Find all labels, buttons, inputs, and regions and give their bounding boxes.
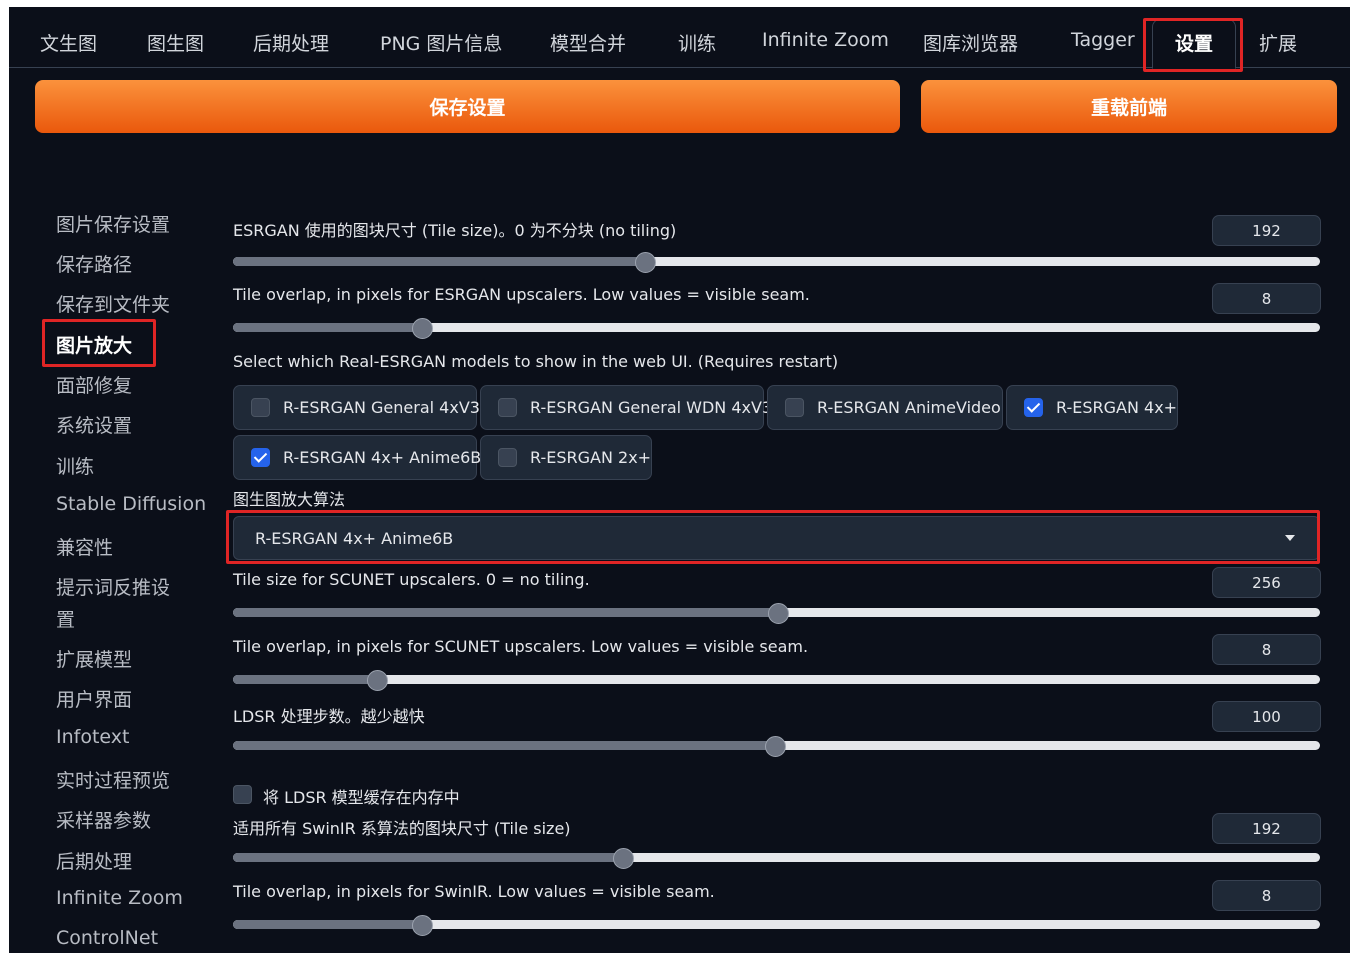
tab-tagger[interactable]: Tagger <box>1071 29 1135 51</box>
realesrgan-option-4x-plus[interactable]: R-ESRGAN 4x+ <box>1006 385 1178 430</box>
sidebar-item-training[interactable]: 训练 <box>56 452 94 479</box>
scunet-tile-input[interactable]: 256 <box>1212 567 1321 598</box>
slider-thumb[interactable] <box>412 318 434 339</box>
tab-infinite-zoom[interactable]: Infinite Zoom <box>762 29 889 51</box>
tab-txt2img[interactable]: 文生图 <box>40 29 97 56</box>
reload-ui-button[interactable]: 重载前端 <box>921 80 1337 133</box>
tab-bar: 文生图 图生图 后期处理 PNG 图片信息 模型合并 训练 Infinite Z… <box>9 7 1350 69</box>
swinir-overlap-label: Tile overlap, in pixels for SwinIR. Low … <box>233 882 715 901</box>
sidebar-item-face-restoration[interactable]: 面部修复 <box>56 371 132 398</box>
app-window: 文生图 图生图 后期处理 PNG 图片信息 模型合并 训练 Infinite Z… <box>9 7 1350 953</box>
sidebar-item-controlnet[interactable]: ControlNet <box>56 927 158 949</box>
sidebar-item-upscaling[interactable]: 图片放大 <box>56 331 132 358</box>
slider-thumb[interactable] <box>765 736 787 757</box>
scunet-tile-label: Tile size for SCUNET upscalers. 0 = no t… <box>233 570 590 589</box>
slider-fill <box>233 920 422 929</box>
checkbox-label: R-ESRGAN General WDN 4xV3 <box>530 398 773 417</box>
tab-image-browser[interactable]: 图库浏览器 <box>923 29 1018 56</box>
sidebar-item-live-preview[interactable]: 实时过程预览 <box>56 766 170 793</box>
img2img-upscaler-label: 图生图放大算法 <box>233 490 346 509</box>
realesrgan-option-general-wdn-4xv3[interactable]: R-ESRGAN General WDN 4xV3 <box>480 385 772 430</box>
scunet-overlap-slider[interactable] <box>233 670 1320 691</box>
slider-thumb[interactable] <box>634 252 656 273</box>
checkbox[interactable] <box>785 398 804 417</box>
swinir-overlap-input[interactable]: 8 <box>1212 880 1321 911</box>
esrgan-tile-slider[interactable] <box>233 252 1320 273</box>
slider-thumb[interactable] <box>613 848 635 869</box>
scunet-tile-slider[interactable] <box>233 603 1320 624</box>
ldsr-steps-slider[interactable] <box>233 736 1320 757</box>
tab-img2img[interactable]: 图生图 <box>147 29 204 56</box>
realesrgan-models-label: Select which Real-ESRGAN models to show … <box>233 352 839 371</box>
sidebar-item-stable-diffusion[interactable]: Stable Diffusion <box>56 493 206 515</box>
sidebar-item-saving-paths[interactable]: 保存路径 <box>56 250 132 277</box>
dropdown-value: R-ESRGAN 4x+ Anime6B <box>255 528 454 548</box>
slider-fill <box>233 257 644 266</box>
esrgan-tile-input[interactable]: 192 <box>1212 215 1321 246</box>
tab-train[interactable]: 训练 <box>678 29 716 56</box>
checkbox[interactable] <box>498 448 517 467</box>
swinir-tile-label: 适用所有 SwinIR 系算法的图块尺寸 (Tile size) <box>233 819 571 838</box>
tab-checkpoint-merger[interactable]: 模型合并 <box>550 29 626 56</box>
checkbox[interactable] <box>251 448 270 467</box>
sidebar-item-interrogate-wrap[interactable]: 置 <box>56 605 75 632</box>
tab-extras[interactable]: 后期处理 <box>253 29 329 56</box>
checkbox-label: R-ESRGAN 4x+ Anime6B <box>283 448 482 467</box>
slider-thumb[interactable] <box>367 670 389 691</box>
checkbox-label: R-ESRGAN General 4xV3 <box>283 398 480 417</box>
checkbox-label: R-ESRGAN 4x+ <box>1056 398 1178 417</box>
esrgan-overlap-slider[interactable] <box>233 318 1320 339</box>
realesrgan-option-animevideo[interactable]: R-ESRGAN AnimeVideo <box>767 385 1003 430</box>
sidebar-item-saving-to-dirs[interactable]: 保存到文件夹 <box>56 290 170 317</box>
sidebar-item-saving-images[interactable]: 图片保存设置 <box>56 210 170 237</box>
esrgan-overlap-input[interactable]: 8 <box>1212 283 1321 314</box>
slider-fill <box>233 608 777 617</box>
sidebar-item-system[interactable]: 系统设置 <box>56 411 132 438</box>
slider-fill <box>233 323 422 332</box>
ldsr-steps-label: LDSR 处理步数。越少越快 <box>233 707 425 726</box>
slider-fill <box>233 853 623 862</box>
sidebar-item-user-interface[interactable]: 用户界面 <box>56 685 132 712</box>
realesrgan-option-general-4xv3[interactable]: R-ESRGAN General 4xV3 <box>233 385 480 430</box>
chevron-down-icon[interactable] <box>1285 535 1295 541</box>
slider-fill <box>233 741 775 750</box>
sidebar-item-postprocessing[interactable]: 后期处理 <box>56 847 132 874</box>
slider-fill <box>233 675 377 684</box>
ldsr-cache-checkbox[interactable] <box>233 785 252 804</box>
ldsr-cache-label: 将 LDSR 模型缓存在内存中 <box>263 788 460 807</box>
checkbox-label: R-ESRGAN AnimeVideo <box>817 398 1001 417</box>
realesrgan-option-4x-plus-anime6b[interactable]: R-ESRGAN 4x+ Anime6B <box>233 435 481 480</box>
ldsr-steps-input[interactable]: 100 <box>1212 701 1321 732</box>
sidebar-item-compatibility[interactable]: 兼容性 <box>56 533 113 560</box>
checkbox[interactable] <box>1024 398 1043 417</box>
checkbox[interactable] <box>251 398 270 417</box>
scunet-overlap-input[interactable]: 8 <box>1212 634 1321 665</box>
swinir-overlap-slider[interactable] <box>233 915 1320 936</box>
sidebar-item-infotext[interactable]: Infotext <box>56 726 129 748</box>
save-settings-button[interactable]: 保存设置 <box>35 80 900 133</box>
slider-thumb[interactable] <box>412 915 434 936</box>
slider-thumb[interactable] <box>767 603 789 624</box>
tab-extensions[interactable]: 扩展 <box>1259 29 1297 56</box>
sidebar-item-interrogate[interactable]: 提示词反推设 <box>56 573 170 600</box>
checkbox[interactable] <box>498 398 517 417</box>
esrgan-overlap-label: Tile overlap, in pixels for ESRGAN upsca… <box>233 285 810 304</box>
tab-settings[interactable]: 设置 <box>1152 19 1237 69</box>
sidebar-item-infinite-zoom[interactable]: Infinite Zoom <box>56 887 183 909</box>
esrgan-tile-label: ESRGAN 使用的图块尺寸 (Tile size)。0 为不分块 (no ti… <box>233 221 677 240</box>
img2img-upscaler-dropdown[interactable]: R-ESRGAN 4x+ Anime6B <box>233 516 1320 560</box>
tab-png-info[interactable]: PNG 图片信息 <box>380 29 502 56</box>
swinir-tile-input[interactable]: 192 <box>1212 813 1321 844</box>
scunet-overlap-label: Tile overlap, in pixels for SCUNET upsca… <box>233 637 809 656</box>
swinir-tile-slider[interactable] <box>233 848 1320 869</box>
sidebar-item-extra-networks[interactable]: 扩展模型 <box>56 645 132 672</box>
checkbox-label: R-ESRGAN 2x+ <box>530 448 652 467</box>
sidebar-item-sampler-parameters[interactable]: 采样器参数 <box>56 806 151 833</box>
realesrgan-option-2x-plus[interactable]: R-ESRGAN 2x+ <box>480 435 652 480</box>
